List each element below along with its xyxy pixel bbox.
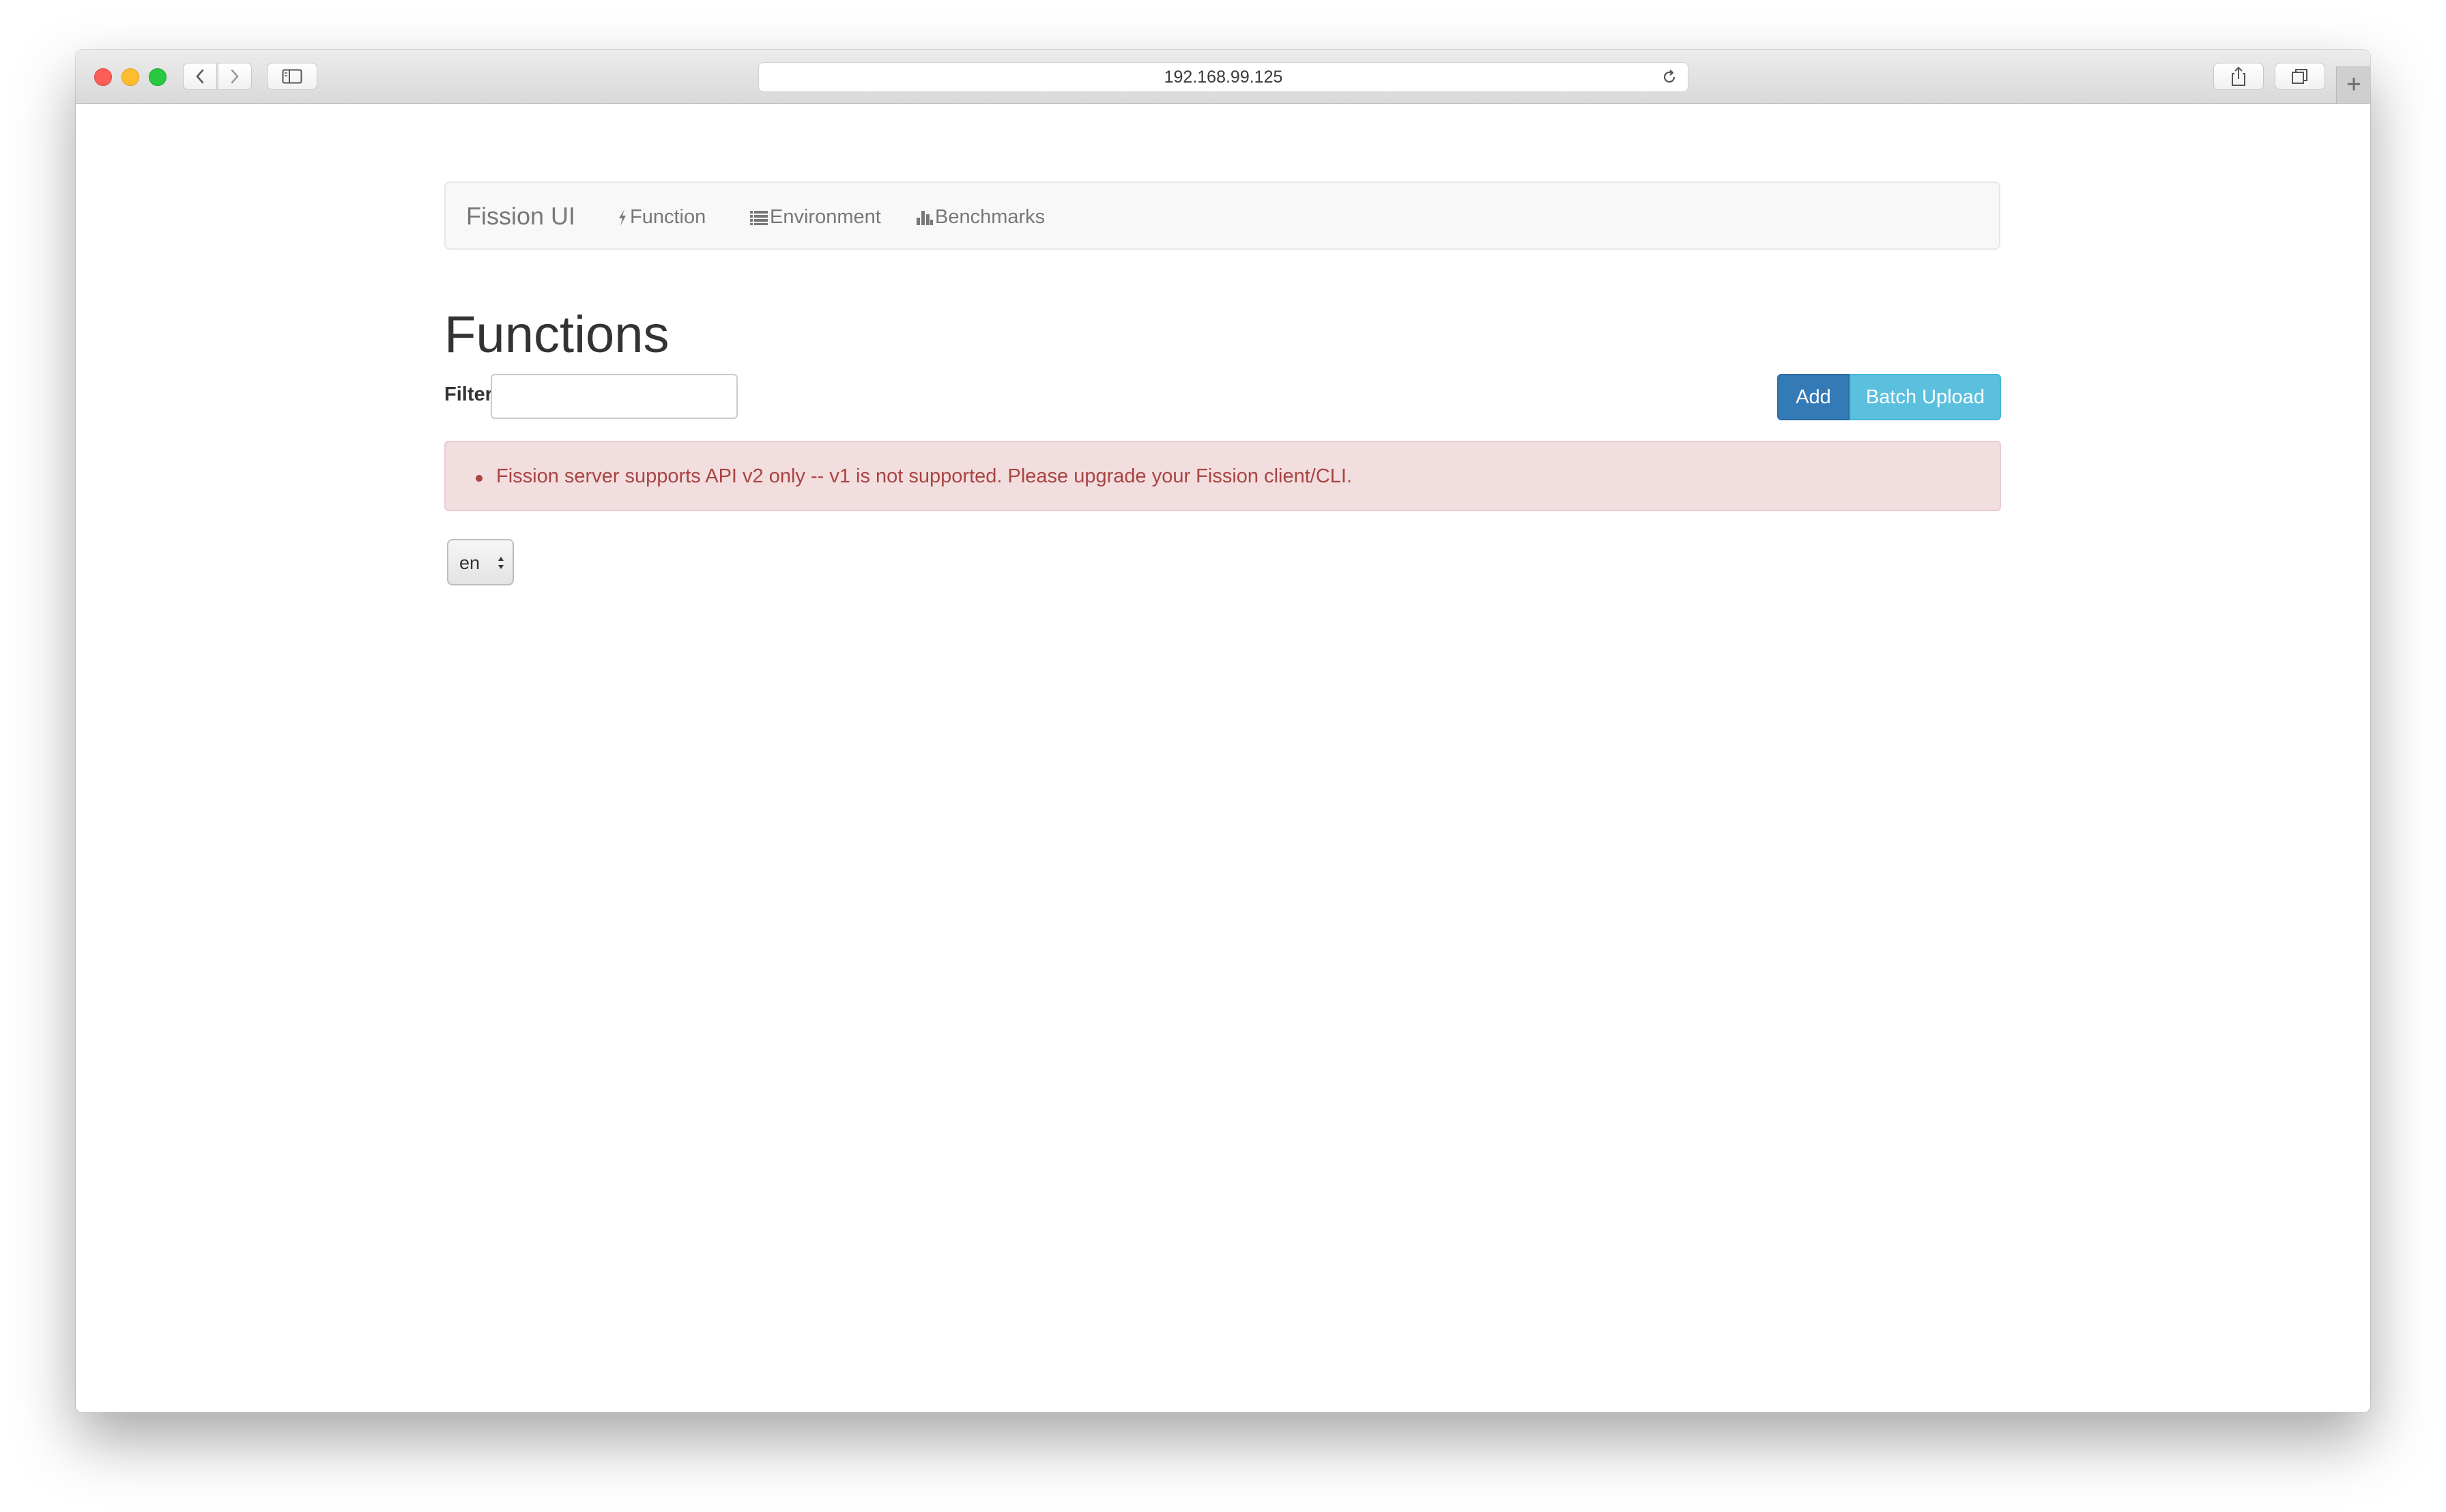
sidebar-toggle-button[interactable] — [267, 63, 317, 90]
flash-icon — [619, 209, 626, 226]
error-alert: Fission server supports API v2 only -- v… — [444, 441, 2001, 511]
chevron-left-icon — [196, 69, 204, 84]
close-window-button[interactable] — [94, 68, 112, 86]
page-title: Functions — [444, 306, 670, 364]
navbar: Fission UI Function Environment Benchmar… — [444, 181, 2000, 250]
sidebar-icon — [282, 69, 302, 84]
filter-input[interactable] — [491, 374, 738, 419]
chevron-right-icon — [231, 69, 239, 84]
address-bar[interactable]: 192.168.99.125 — [758, 62, 1688, 92]
batch-upload-button[interactable]: Batch Upload — [1850, 374, 2001, 420]
nav-item-label: Function — [630, 206, 706, 228]
nav-item-label: Benchmarks — [935, 206, 1046, 228]
back-button[interactable] — [183, 63, 217, 90]
nav-item-benchmarks[interactable]: Benchmarks — [916, 206, 1045, 229]
add-button[interactable]: Add — [1777, 374, 1850, 420]
select-arrows-icon — [498, 557, 504, 569]
nav-item-environment[interactable]: Environment — [749, 206, 881, 229]
show-tabs-button[interactable] — [2275, 63, 2325, 90]
filter-label: Filter — [444, 383, 493, 405]
nav-item-label: Environment — [770, 206, 881, 228]
browser-window: 192.168.99.125 + Fission UI Function Env… — [76, 50, 2370, 1412]
plus-icon: + — [2346, 70, 2362, 99]
address-text: 192.168.99.125 — [1164, 67, 1283, 87]
share-button[interactable] — [2213, 63, 2264, 90]
forward-button[interactable] — [218, 63, 252, 90]
error-message: Fission server supports API v2 only -- v… — [475, 465, 1353, 487]
bar-chart-icon — [917, 210, 933, 225]
new-tab-button[interactable]: + — [2336, 66, 2370, 103]
nav-item-function[interactable]: Function — [616, 206, 706, 229]
share-icon — [2232, 66, 2245, 86]
tabs-icon — [2292, 69, 2307, 84]
language-select-value: en — [459, 553, 480, 573]
reload-icon[interactable] — [1660, 68, 1678, 86]
desktop: 192.168.99.125 + Fission UI Function Env… — [0, 0, 2446, 1512]
browser-toolbar: 192.168.99.125 + — [76, 50, 2370, 104]
zoom-window-button[interactable] — [149, 68, 167, 86]
list-icon — [750, 210, 768, 225]
language-select[interactable]: en — [447, 539, 514, 585]
navbar-brand[interactable]: Fission UI — [466, 202, 575, 231]
minimize-window-button[interactable] — [121, 68, 139, 86]
page-content: Fission UI Function Environment Benchmar… — [76, 104, 2370, 1412]
